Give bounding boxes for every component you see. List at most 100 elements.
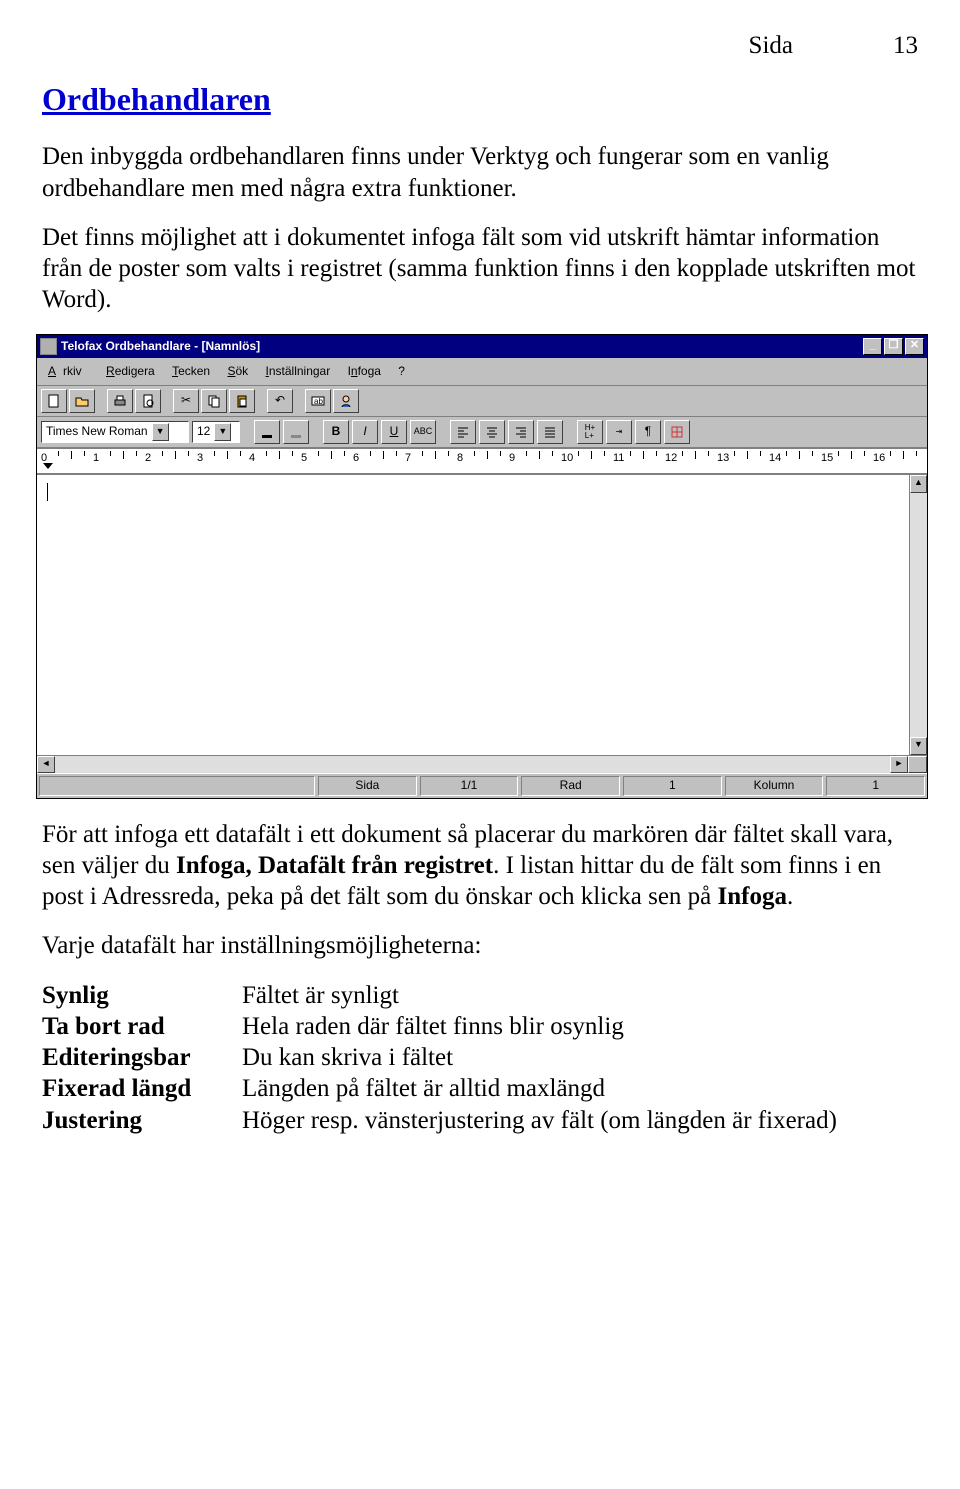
ruler-number: 9 (509, 452, 515, 466)
definition-description: Du kan skriva i fältet (242, 1042, 918, 1073)
menu-redigera[interactable]: Redigera (99, 362, 162, 381)
highlight-button[interactable] (283, 420, 309, 444)
status-sida-value: 1/1 (420, 776, 519, 796)
cut-button[interactable]: ✂ (173, 389, 199, 413)
scroll-up-button[interactable]: ▲ (910, 475, 927, 493)
font-size-combo[interactable]: 12 ▼ (192, 421, 240, 443)
menu-help[interactable]: ? (391, 362, 412, 381)
open-button[interactable] (69, 389, 95, 413)
font-size-value: 12 (197, 424, 210, 439)
ruler-number: 3 (197, 452, 203, 466)
document-page[interactable] (37, 475, 909, 755)
ruler-number: 12 (665, 452, 677, 466)
menubar: Arkiv Redigera Tecken Sök Inställningar … (37, 358, 927, 386)
definition-list: SynligFältet är synligtTa bort radHela r… (42, 980, 918, 1136)
person-button[interactable] (333, 389, 359, 413)
definition-description: Längden på fältet är alltid maxlängd (242, 1073, 918, 1104)
page-label: Sida (749, 30, 793, 61)
copy-button[interactable] (201, 389, 227, 413)
ruler-number: 8 (457, 452, 463, 466)
align-justify-button[interactable] (537, 420, 563, 444)
menu-tecken[interactable]: Tecken (165, 362, 217, 381)
menu-installningar[interactable]: Inställningar (259, 362, 338, 381)
definition-term: Editeringsbar (42, 1042, 242, 1073)
section-title: Ordbehandlaren (42, 79, 918, 119)
status-kolumn-label: Kolumn (725, 776, 824, 796)
intro-para-1: Den inbyggda ordbehandlaren finns under … (42, 141, 918, 204)
scroll-left-button[interactable]: ◄ (37, 756, 55, 773)
toolbar-row-2: Times New Roman ▼ 12 ▼ B I U ABC H+L+ ⇥ … (37, 417, 927, 448)
horizontal-scrollbar[interactable]: ◄ ► (37, 755, 927, 773)
statusbar: Sida 1/1 Rad 1 Kolumn 1 (37, 773, 927, 798)
pilcrow-button[interactable]: ¶ (635, 420, 661, 444)
editor-area: ▲ ▼ (37, 474, 927, 755)
definition-row: Fixerad längdLängden på fältet är alltid… (42, 1073, 918, 1104)
ruler-number: 16 (873, 452, 885, 466)
line-spacing-button[interactable]: H+L+ (577, 420, 603, 444)
status-sida-label: Sida (318, 776, 417, 796)
font-color-button[interactable] (254, 420, 280, 444)
ruler-number: 1 (93, 452, 99, 466)
wordprocessor-window: Telofax Ordbehandlare - [Namnlös] _ ❐ ✕ … (36, 334, 928, 799)
ruler-number: 5 (301, 452, 307, 466)
titlebar[interactable]: Telofax Ordbehandlare - [Namnlös] _ ❐ ✕ (37, 335, 927, 358)
definition-term: Synlig (42, 980, 242, 1011)
ruler-indent-marker[interactable] (43, 463, 53, 469)
definition-row: EditeringsbarDu kan skriva i fältet (42, 1042, 918, 1073)
menu-sok[interactable]: Sök (220, 362, 255, 381)
definition-row: Ta bort radHela raden där fältet finns b… (42, 1011, 918, 1042)
ruler-number: 14 (769, 452, 781, 466)
ruler-number: 11 (613, 452, 624, 466)
definition-term: Ta bort rad (42, 1011, 242, 1042)
paste-button[interactable] (229, 389, 255, 413)
para-3: För att infoga ett datafält i ett dokume… (42, 819, 918, 913)
print-button[interactable] (107, 389, 133, 413)
definition-description: Fältet är synligt (242, 980, 918, 1011)
underline-button[interactable]: U (381, 420, 407, 444)
close-button[interactable]: ✕ (905, 338, 924, 355)
status-blank (39, 776, 315, 796)
ruler-number: 13 (717, 452, 729, 466)
spellcheck-button[interactable]: ABC (410, 420, 436, 444)
undo-button[interactable]: ↶ (267, 389, 293, 413)
toolbar-row-1: ✂ ↶ ab (37, 386, 927, 417)
page-number: 13 (893, 30, 918, 61)
ruler[interactable]: 012345678910111213141516 (37, 448, 927, 474)
insert-field-button[interactable]: ab (305, 389, 331, 413)
scrollbar-corner (908, 756, 927, 773)
align-left-button[interactable] (450, 420, 476, 444)
print-preview-button[interactable] (135, 389, 161, 413)
status-rad-label: Rad (521, 776, 620, 796)
ruler-number: 2 (145, 452, 151, 466)
text-cursor (47, 483, 48, 501)
dropdown-icon[interactable]: ▼ (214, 423, 231, 441)
scroll-down-button[interactable]: ▼ (910, 737, 927, 755)
vertical-scrollbar[interactable]: ▲ ▼ (909, 475, 927, 755)
indent-button[interactable]: ⇥ (606, 420, 632, 444)
maximize-button[interactable]: ❐ (884, 338, 903, 355)
system-icon[interactable] (40, 338, 57, 355)
ruler-number: 15 (821, 452, 833, 466)
definition-description: Hela raden där fältet finns blir osynlig (242, 1011, 918, 1042)
scroll-right-button[interactable]: ► (890, 756, 908, 773)
ruler-number: 7 (405, 452, 411, 466)
ruler-number: 4 (249, 452, 255, 466)
bold-button[interactable]: B (323, 420, 349, 444)
align-center-button[interactable] (479, 420, 505, 444)
definition-row: SynligFältet är synligt (42, 980, 918, 1011)
menu-arkiv[interactable]: Arkiv (41, 360, 96, 383)
minimize-button[interactable]: _ (863, 338, 882, 355)
font-name-combo[interactable]: Times New Roman ▼ (41, 421, 189, 443)
ruler-number: 10 (561, 452, 573, 466)
definition-row: JusteringHöger resp. vänsterjustering av… (42, 1105, 918, 1136)
definition-term: Fixerad längd (42, 1073, 242, 1104)
new-button[interactable] (41, 389, 67, 413)
definition-description: Höger resp. vänsterjustering av fält (om… (242, 1105, 918, 1136)
table-button[interactable] (664, 420, 690, 444)
ruler-number: 6 (353, 452, 359, 466)
dropdown-icon[interactable]: ▼ (152, 423, 169, 441)
menu-infoga[interactable]: Infoga (341, 362, 388, 381)
intro-para-2: Det finns möjlighet att i dokumentet inf… (42, 222, 918, 316)
align-right-button[interactable] (508, 420, 534, 444)
italic-button[interactable]: I (352, 420, 378, 444)
